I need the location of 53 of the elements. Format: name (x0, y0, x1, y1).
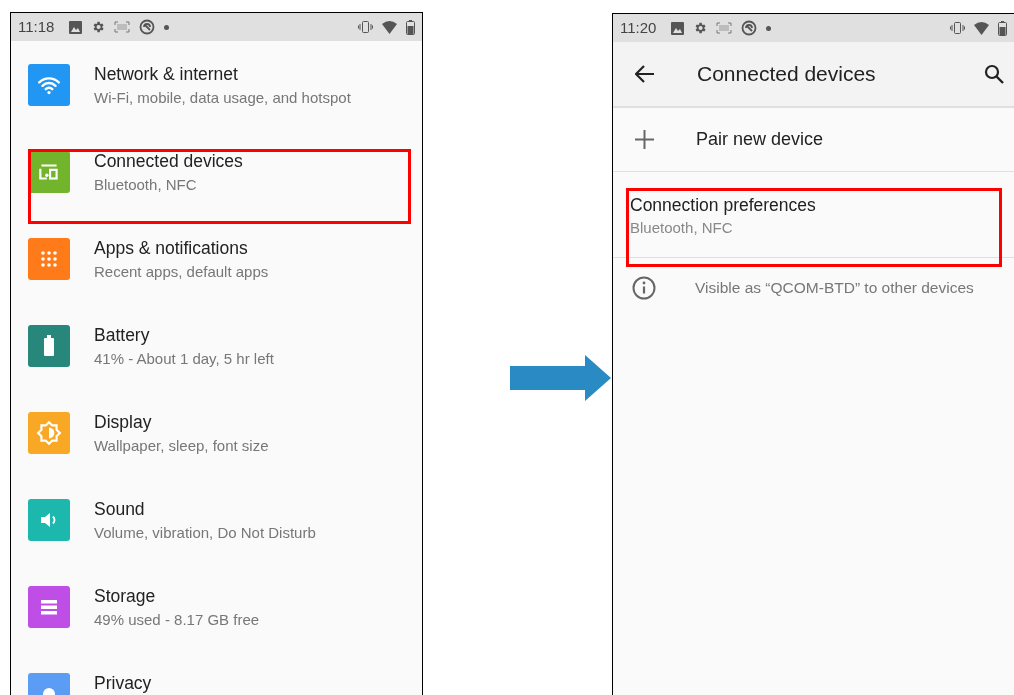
settings-item-title: Apps & notifications (94, 237, 249, 259)
settings-item[interactable]: Storage 49% used - 8.17 GB free (11, 586, 422, 673)
sync-icon (139, 19, 156, 35)
back-arrow-icon[interactable] (635, 65, 655, 83)
settings-item[interactable]: Sound Volume, vibration, Do Not Disturb (11, 499, 422, 586)
vibrate-icon (358, 21, 373, 33)
settings-item[interactable]: Network & internet Wi-Fi, mobile, data usage, and hotspot (11, 64, 422, 151)
preference-row[interactable]: Connection preferences Bluetooth, NFC (613, 172, 1014, 258)
settings-item-title: Storage (94, 585, 157, 607)
settings-item-title: Display (94, 411, 153, 433)
settings-item[interactable]: Apps & notifications Recent apps, default apps (11, 238, 422, 325)
status-time: 11:20 (620, 17, 657, 38)
settings-item-subtitle: 41% - About 1 day, 5 hr left (94, 349, 274, 369)
dot-icon (164, 24, 170, 30)
info-text: Visible as “QCOM-BTD” to other devices (695, 278, 974, 299)
vibrate-icon (950, 22, 965, 34)
gear-icon (693, 21, 708, 35)
settings-item-subtitle: 49% used - 8.17 GB free (94, 610, 260, 630)
settings-item-title: Battery (94, 324, 151, 346)
row-subtitle: Bluetooth, NFC (630, 218, 734, 238)
settings-item-subtitle: Bluetooth, NFC (94, 175, 198, 195)
gear-icon (91, 20, 106, 34)
row-title: Pair new device (696, 128, 824, 151)
status-time: 11:18 (18, 16, 55, 37)
settings-item[interactable]: Display Wallpaper, sleep, font size (11, 412, 422, 499)
wifi-signal-icon (974, 21, 989, 35)
scan-icon (114, 21, 131, 33)
scan-icon (716, 22, 733, 34)
wifi-signal-icon (382, 20, 397, 34)
image-icon (671, 21, 685, 35)
image-icon (69, 20, 83, 34)
row-title: Connection preferences (630, 194, 817, 216)
settings-item-title: Network & internet (94, 63, 239, 85)
search-icon[interactable] (984, 64, 1004, 84)
dot-icon (766, 25, 772, 31)
settings-item[interactable]: Privacy (11, 673, 422, 695)
battery-icon (406, 19, 415, 35)
settings-item-subtitle: Wi-Fi, mobile, data usage, and hotspot (94, 88, 351, 108)
settings-item-title: Privacy (94, 672, 152, 694)
plus-icon (635, 130, 654, 149)
settings-item-subtitle: Wallpaper, sleep, font size (94, 436, 269, 456)
settings-item-subtitle: Recent apps, default apps (94, 262, 269, 282)
settings-item[interactable]: Connected devices Bluetooth, NFC (11, 151, 422, 238)
settings-item[interactable]: Battery 41% - About 1 day, 5 hr left (11, 325, 422, 412)
settings-item-title: Connected devices (94, 150, 243, 172)
settings-item-title: Sound (94, 498, 146, 520)
right-arrow-icon (510, 355, 611, 401)
info-icon (632, 276, 656, 300)
settings-item-subtitle: Volume, vibration, Do Not Disturb (94, 523, 316, 543)
battery-icon (998, 20, 1007, 36)
pair-device-row[interactable]: Pair new device (613, 108, 1014, 172)
sync-icon (741, 20, 758, 36)
toolbar-title: Connected devices (697, 61, 876, 88)
